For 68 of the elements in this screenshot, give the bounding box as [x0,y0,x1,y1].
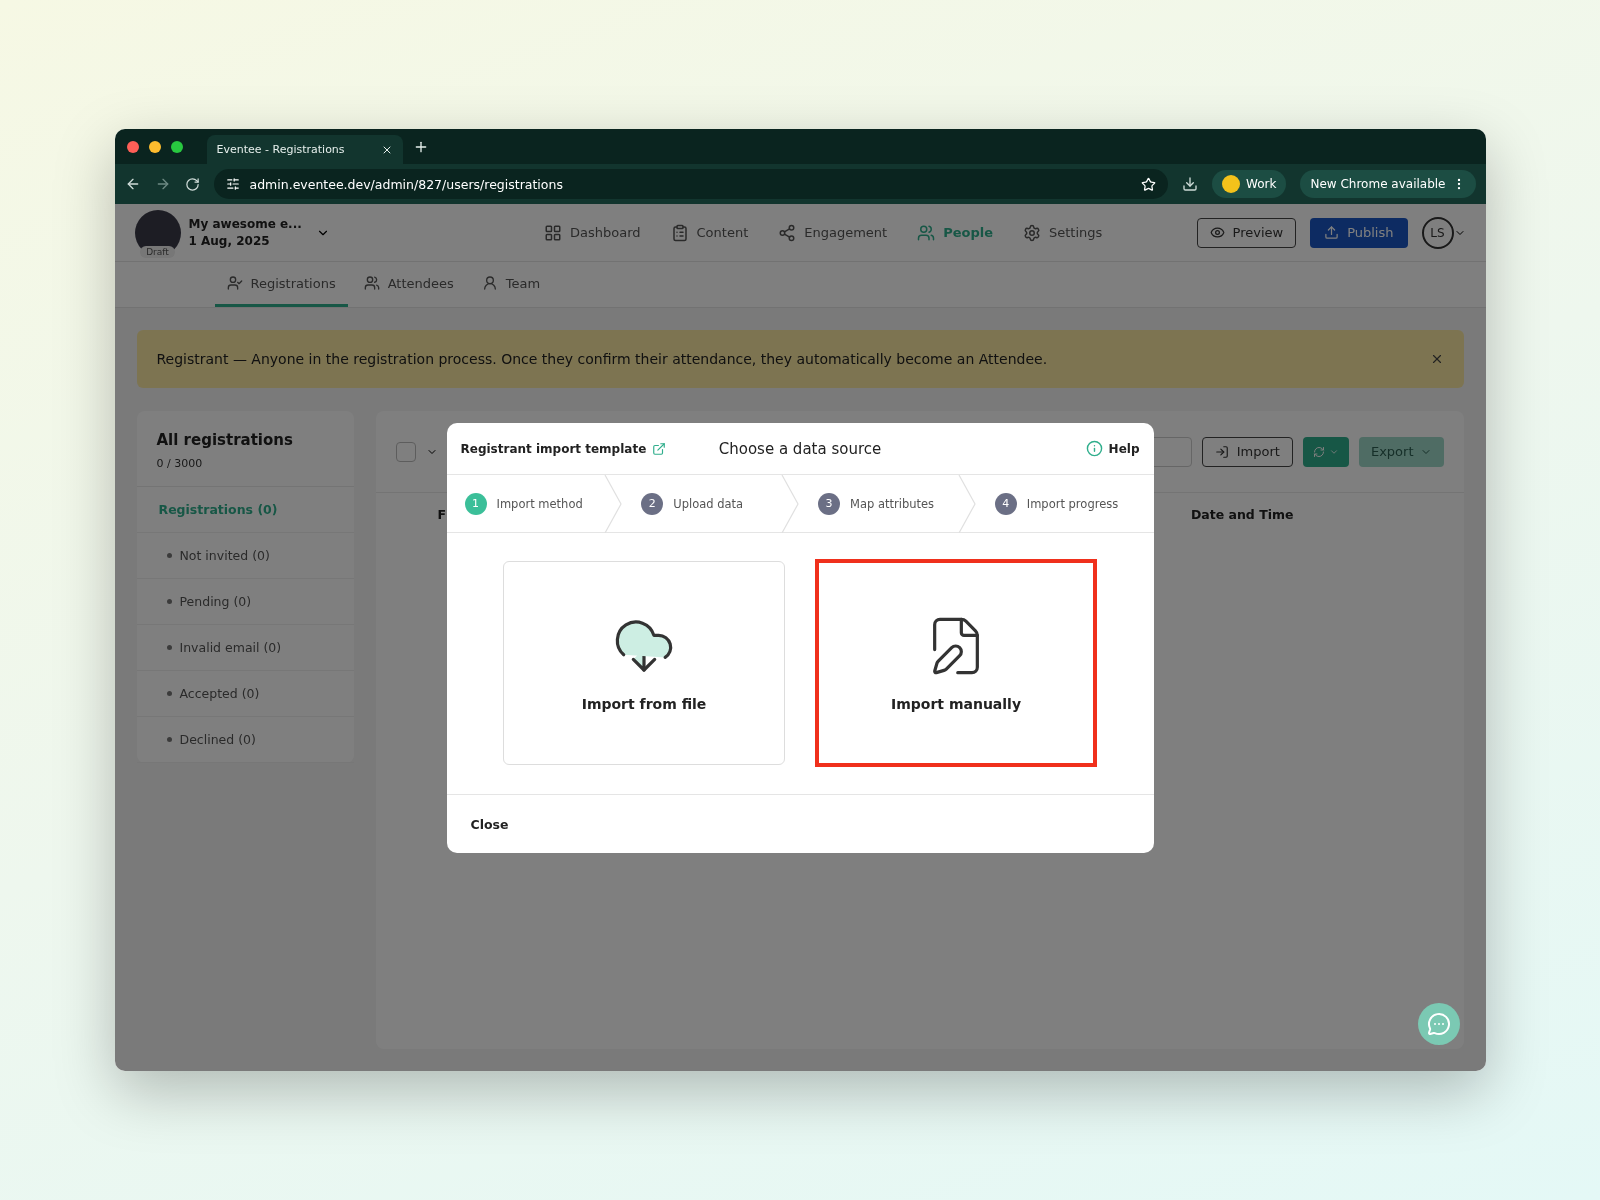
tab-icon [481,275,498,291]
filter-item[interactable]: Invalid email (0) [136,625,354,671]
sub-tab[interactable]: Team [469,262,553,307]
nav-icon [544,223,562,242]
refresh-icon [1312,445,1325,458]
nav-item[interactable]: Engagement [778,223,888,242]
source-option[interactable]: Import from file [503,561,785,765]
step-label: Import method [496,496,583,511]
info-icon [1085,440,1103,457]
minimize-window-button[interactable] [148,140,161,153]
tab-icon [363,275,380,291]
step-label: Import progress [1026,496,1119,511]
filter-item[interactable]: Not invited (0) [136,533,354,579]
nav-icon [670,223,689,242]
download-icon[interactable] [1182,176,1199,192]
update-button[interactable]: New Chrome available [1300,170,1476,198]
status-badge: Draft [140,245,175,258]
column-header: Date and Time [1190,507,1294,522]
eye-icon [1209,225,1225,240]
upload-icon [1324,225,1340,240]
dialog-title: Choose a data source [718,439,882,458]
reload-icon[interactable] [184,176,200,192]
close-window-button[interactable] [126,140,139,153]
browser-tab[interactable]: Eventee - Registrations [206,135,403,164]
nav-icon [1023,223,1041,242]
step-number: 4 [994,492,1017,515]
event-name: My awesome e... [188,217,302,231]
external-link-icon [652,441,667,456]
import-icon [1214,444,1229,459]
tab-icon [226,275,243,291]
step-number: 3 [818,492,840,515]
step-number: 1 [464,492,487,515]
publish-button[interactable]: Publish [1310,217,1408,248]
column-header: F [437,507,447,522]
profile-button[interactable]: Work [1212,170,1287,198]
nav-icon [778,223,797,242]
step-number: 2 [641,492,664,515]
help-link[interactable]: Help [1085,440,1140,457]
filter-item[interactable]: Declined (0) [136,717,354,763]
step-label: Map attributes [850,496,935,511]
import-button[interactable]: Import [1201,436,1293,467]
user-avatar[interactable]: LS [1421,216,1454,249]
address-bar[interactable]: admin.eventee.dev/admin/827/users/registrations [213,169,1169,199]
step-label: Upload data [673,496,744,511]
site-settings-icon[interactable] [225,177,240,191]
preview-button[interactable]: Preview [1196,217,1297,248]
nav-item[interactable]: Settings [1023,223,1103,242]
banner-text: Registrant — Anyone in the registration process. Once they confirm their attendance, they automatically become an Attendee. [156,351,1048,367]
nav-icon [917,223,936,242]
event-date: 1 Aug, 2025 [188,234,271,248]
panel-title: All registrations [156,431,294,449]
filter-item[interactable]: Accepted (0) [136,671,354,717]
template-link[interactable]: Registrant import template [460,441,667,456]
filter-item[interactable]: Pending (0) [136,579,354,625]
close-button[interactable]: Close [470,816,509,832]
source-option[interactable]: Import manually [815,559,1097,767]
nav-item[interactable]: Dashboard [544,223,641,242]
maximize-window-button[interactable] [170,140,183,153]
registration-count: 0 / 3000 [156,457,204,470]
nav-item[interactable]: People [917,223,993,242]
bookmark-star-icon[interactable] [1141,176,1157,192]
select-all-checkbox[interactable] [395,441,416,462]
profile-avatar-icon [1222,175,1241,193]
sub-tab[interactable]: Attendees [351,262,466,307]
chat-icon [1426,1012,1451,1036]
filter-item[interactable]: Registrations (0) [136,487,354,533]
nav-item[interactable]: Content [670,223,749,242]
sub-tab[interactable]: Registrations [214,262,348,307]
